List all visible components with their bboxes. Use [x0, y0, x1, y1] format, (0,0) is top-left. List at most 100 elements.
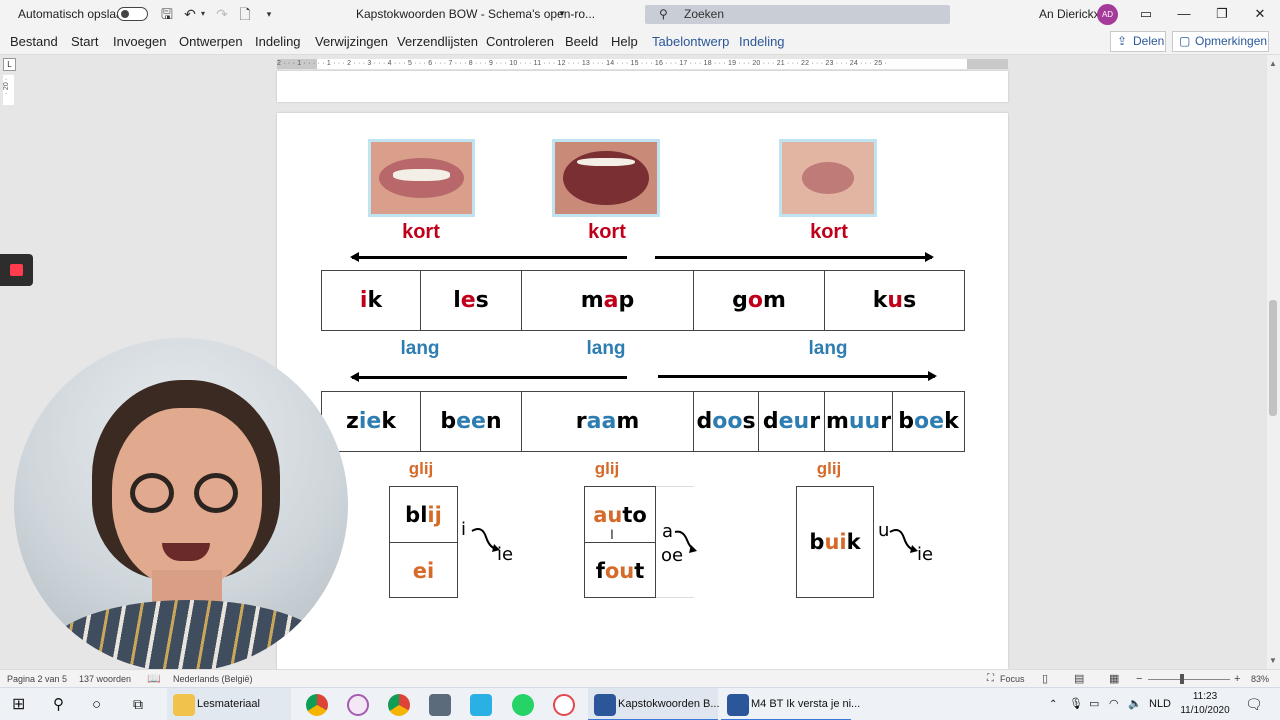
scrollbar-thumb[interactable]: [1269, 300, 1277, 416]
glide-box-au-ou[interactable]: au to f ou t: [584, 486, 656, 598]
phone-app-icon[interactable]: [470, 694, 492, 716]
tab-verwijzingen[interactable]: Verwijzingen: [315, 28, 388, 55]
user-name[interactable]: An Dierickx: [1039, 0, 1100, 28]
vertical-ruler[interactable]: · 20 ·: [3, 75, 14, 105]
tray-chevron-icon[interactable]: ⌃: [1049, 688, 1057, 720]
windows-start-icon[interactable]: ⊞: [12, 688, 25, 720]
tab-start[interactable]: Start: [71, 28, 98, 55]
title-dropdown-icon[interactable]: ▼: [558, 0, 566, 28]
scroll-up-icon[interactable]: ▲: [1269, 59, 1277, 68]
redo-icon[interactable]: ↷: [213, 5, 231, 23]
tab-tabelontwerp[interactable]: Tabelontwerp: [652, 28, 729, 55]
clock[interactable]: 11:23 11/10/2020: [1170, 690, 1240, 718]
glide-word-ei[interactable]: ei: [390, 543, 457, 598]
volume-icon[interactable]: 🔈: [1128, 688, 1142, 720]
taskbar-app-word-1[interactable]: Kapstokwoorden B...: [588, 688, 720, 720]
restore-icon[interactable]: ❐: [1203, 0, 1241, 28]
undo-icon[interactable]: ↶: [181, 5, 199, 23]
new-document-icon[interactable]: 🗋: [236, 5, 254, 23]
task-view-icon[interactable]: ⧉: [133, 688, 143, 720]
language-indicator[interactable]: NLD: [1149, 688, 1171, 720]
zoom-out-icon[interactable]: −: [1136, 670, 1142, 688]
language-status[interactable]: Nederlands (België): [173, 670, 253, 688]
short-word-cell[interactable]: les: [421, 271, 522, 330]
battery-icon[interactable]: ▭: [1089, 688, 1099, 720]
whatsapp-icon[interactable]: [512, 694, 534, 716]
word-segment: n: [485, 409, 502, 434]
autosave-toggle[interactable]: [117, 7, 148, 21]
focus-button[interactable]: Focus: [1000, 670, 1025, 688]
short-word-cell[interactable]: kus: [825, 271, 964, 330]
long-word-cell[interactable]: z ie k: [322, 392, 421, 451]
record-button[interactable]: [0, 254, 33, 286]
glide-box-ij-ei[interactable]: bl ij ei: [389, 486, 458, 598]
tab-controleren[interactable]: Controleren: [486, 28, 554, 55]
tab-bestand[interactable]: Bestand: [10, 28, 58, 55]
short-word-cell[interactable]: ik: [322, 271, 421, 330]
long-word-cell[interactable]: m uu r: [825, 392, 893, 451]
microphone-icon[interactable]: 🎙: [1069, 688, 1083, 720]
customize-toolbar-icon[interactable]: ▾: [260, 5, 278, 23]
tab-beeld[interactable]: Beeld: [565, 28, 598, 55]
document-page[interactable]: kort kort kort ik les map gom kus lang l…: [277, 113, 1008, 669]
tab-table-indeling[interactable]: Indeling: [739, 28, 785, 55]
notifications-icon[interactable]: 🗨: [1245, 688, 1263, 720]
taskbar-app-folder[interactable]: Lesmateriaal: [167, 688, 291, 720]
tab-indeling[interactable]: Indeling: [255, 28, 301, 55]
chrome-icon[interactable]: [306, 694, 328, 716]
page-count[interactable]: Pagina 2 van 5: [7, 670, 67, 688]
short-word-cell[interactable]: gom: [694, 271, 825, 330]
zoom-level[interactable]: 83%: [1251, 670, 1269, 688]
glide-word-buik[interactable]: b ui k: [797, 487, 873, 597]
tab-verzendlijsten[interactable]: Verzendlijsten: [397, 28, 478, 55]
scroll-down-icon[interactable]: ▼: [1269, 656, 1277, 665]
taskbar-app-word-2[interactable]: M4 BT Ik versta je ni...: [721, 688, 860, 720]
tab-ontwerpen[interactable]: Ontwerpen: [179, 28, 243, 55]
close-icon[interactable]: ✕: [1241, 0, 1279, 28]
chrome-profile-icon[interactable]: [388, 694, 410, 716]
read-mode-icon[interactable]: ▯: [1042, 670, 1048, 688]
minimize-icon[interactable]: —: [1165, 0, 1203, 28]
long-word-cell[interactable]: b oe k: [893, 392, 964, 451]
long-word-cell[interactable]: b ee n: [421, 392, 522, 451]
kort-heading-1: kort: [402, 221, 440, 243]
webcam-overlay[interactable]: [14, 338, 348, 672]
zoom-in-icon[interactable]: +: [1234, 670, 1240, 688]
screencast-icon[interactable]: [553, 694, 575, 716]
search-taskbar-icon[interactable]: ⚲: [53, 688, 64, 720]
glide-word-fout[interactable]: f ou t: [585, 543, 655, 598]
cortana-icon[interactable]: ○: [92, 688, 101, 720]
word-count[interactable]: 137 woorden: [79, 670, 131, 688]
proofing-icon[interactable]: 📖: [147, 670, 161, 688]
tab-help[interactable]: Help: [611, 28, 638, 55]
tab-selector[interactable]: L: [3, 58, 16, 71]
tab-invoegen[interactable]: Invoegen: [113, 28, 167, 55]
glide-word-auto[interactable]: au to: [585, 487, 655, 542]
zoom-slider-thumb[interactable]: [1180, 674, 1184, 684]
comments-button[interactable]: ▢ Opmerkingen: [1172, 31, 1269, 52]
search-box[interactable]: ⚲ Zoeken: [645, 5, 950, 24]
zoom-slider[interactable]: [1148, 679, 1230, 680]
long-vowel-table[interactable]: z ie k b ee n r aa m d oo s d eu r m uu r b oe k: [321, 391, 965, 452]
wifi-icon[interactable]: ◠: [1109, 688, 1119, 720]
web-layout-icon[interactable]: ▦: [1109, 670, 1119, 688]
short-vowel-table[interactable]: ik les map gom kus: [321, 270, 965, 331]
long-word-cell[interactable]: d eu r: [759, 392, 825, 451]
short-word-cell[interactable]: map: [522, 271, 694, 330]
avatar[interactable]: AD: [1097, 4, 1118, 25]
horizontal-ruler[interactable]: 2 · · · 1 · · · · · 1 · · · 2 · · · 3 · …: [277, 59, 1008, 69]
camera-icon[interactable]: [429, 694, 451, 716]
glide-word-blij[interactable]: bl ij: [390, 487, 457, 542]
share-button[interactable]: ⇪ Delen: [1110, 31, 1166, 52]
comments-label: Opmerkingen: [1195, 34, 1268, 48]
long-word-cell[interactable]: d oo s: [694, 392, 759, 451]
save-icon[interactable]: 🖫: [158, 5, 176, 23]
print-layout-icon[interactable]: ▤: [1074, 670, 1084, 688]
glide-box-ui[interactable]: b ui k: [796, 486, 874, 598]
search-input[interactable]: Zoeken: [684, 5, 724, 24]
vertical-scrollbar[interactable]: ▲ ▼: [1267, 55, 1280, 669]
snip-icon[interactable]: [347, 694, 369, 716]
long-word-cell[interactable]: r aa m: [522, 392, 694, 451]
ribbon-display-icon[interactable]: ▭: [1127, 0, 1165, 28]
undo-dropdown-icon[interactable]: ▾: [198, 5, 208, 23]
